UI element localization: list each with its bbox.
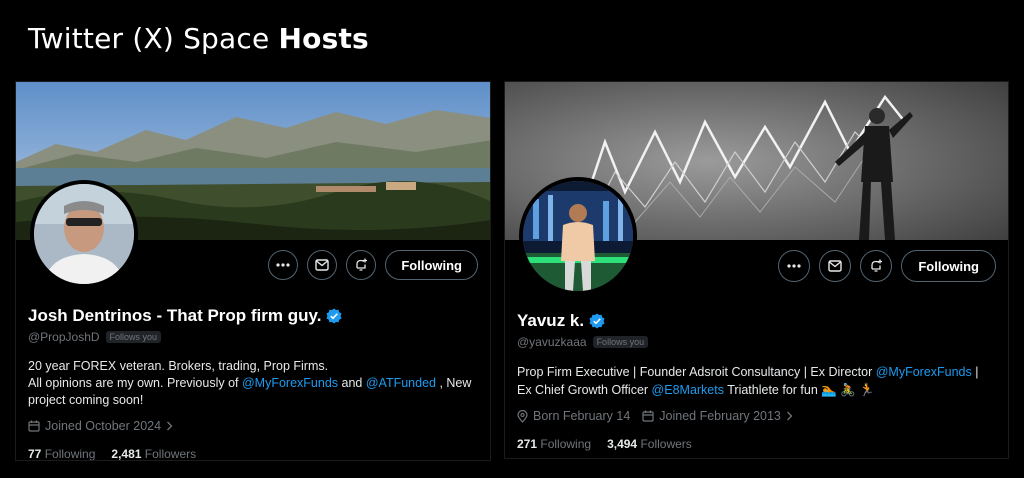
followers-count: 3,494 (607, 437, 638, 451)
more-button[interactable] (778, 250, 811, 282)
message-button[interactable] (819, 250, 852, 282)
stats-row: 271 Following 3,494 Followers (517, 437, 996, 451)
following-count: 77 (28, 447, 42, 461)
joined-date: Joined October 2024 (45, 419, 162, 433)
followers-count: 2,481 (111, 447, 142, 461)
profile-actions: Following (268, 250, 478, 280)
following-stat[interactable]: 271 Following (517, 437, 591, 451)
bio-text: , New (435, 376, 472, 390)
more-icon (787, 264, 801, 268)
more-button[interactable] (268, 250, 299, 280)
bio: Prop Firm Executive | Founder Adsroit Co… (517, 363, 996, 399)
bio-text: Prop Firm Executive | Founder Adsroit Co… (517, 365, 876, 379)
bio-line: All opinions are my own. Previously of @… (28, 375, 478, 392)
message-button[interactable] (307, 250, 338, 280)
bio-text: Ex Chief Growth Officer (517, 383, 652, 397)
more-icon (276, 263, 290, 267)
mention-link[interactable]: @ATFunded (366, 376, 436, 390)
meta-row: Born February 14 Joined February 2013 (517, 409, 996, 423)
location-pin-icon (517, 409, 528, 423)
bell-plus-icon (356, 258, 368, 271)
handle: @PropJoshD (28, 330, 100, 344)
avatar[interactable] (30, 180, 138, 288)
notify-button[interactable] (860, 250, 893, 282)
bell-plus-icon (871, 259, 883, 272)
followers-stat[interactable]: 3,494 Followers (607, 437, 692, 451)
following-label: Following (44, 447, 96, 461)
title-bold: Hosts (278, 22, 369, 55)
meta-row: Joined October 2024 (28, 419, 478, 433)
chevron-right-icon (167, 421, 173, 431)
following-count: 271 (517, 437, 538, 451)
handle-row: @PropJoshD Follows you (28, 330, 478, 344)
bio-emoji: 🏊 🚴 🏃 (821, 383, 875, 397)
mail-icon (315, 259, 330, 271)
display-name-row: Yavuz k. (517, 311, 996, 331)
bio-text: Triathlete for fun (723, 383, 822, 397)
profile-actions: Following (778, 250, 996, 282)
profile-info: Josh Dentrinos - That Prop firm guy. @Pr… (28, 306, 478, 461)
bio-line: Prop Firm Executive | Founder Adsroit Co… (517, 363, 996, 381)
mention-link[interactable]: @MyForexFunds (876, 365, 972, 379)
mention-link[interactable]: @MyForexFunds (242, 376, 338, 390)
handle: @yavuzkaaa (517, 335, 587, 349)
mention-link[interactable]: @E8Markets (652, 383, 724, 397)
bio-line: project coming soon! (28, 393, 144, 407)
bio-line: 20 year FOREX veteran. Brokers, trading,… (28, 359, 329, 373)
profile-card-josh: Following Josh Dentrinos - That Prop fir… (15, 81, 491, 461)
stats-row: 77 Following 2,481 Followers (28, 447, 478, 461)
follows-you-badge: Follows you (592, 336, 649, 348)
mail-icon (828, 260, 843, 272)
followers-stat[interactable]: 2,481 Followers (111, 447, 197, 461)
born-item: Born February 14 (517, 409, 630, 423)
following-button[interactable]: Following (901, 250, 996, 282)
born-date: Born February 14 (533, 409, 631, 423)
handle-row: @yavuzkaaa Follows you (517, 335, 996, 349)
page-title: Twitter (X) Space Hosts (28, 22, 369, 55)
followers-label: Followers (640, 437, 692, 451)
following-stat[interactable]: 77 Following (28, 447, 96, 461)
joined-item[interactable]: Joined October 2024 (28, 419, 173, 433)
avatar[interactable] (519, 177, 637, 295)
bio-text: All opinions are my own. Previously of (28, 376, 242, 390)
following-label: Following (540, 437, 592, 451)
bio-text: and (338, 376, 366, 390)
verified-badge-icon[interactable] (326, 308, 342, 324)
follows-you-badge: Follows you (105, 331, 162, 343)
notify-button[interactable] (346, 250, 377, 280)
title-prefix: Twitter (X) Space (28, 22, 279, 55)
bio: 20 year FOREX veteran. Brokers, trading,… (28, 358, 478, 409)
display-name-row: Josh Dentrinos - That Prop firm guy. (28, 306, 478, 326)
calendar-icon (642, 410, 654, 422)
bio-line: Ex Chief Growth Officer @E8Markets Triat… (517, 381, 996, 399)
bio-text: | (971, 365, 979, 379)
profile-info: Yavuz k. @yavuzkaaa Follows you Prop Fir… (517, 311, 996, 451)
calendar-icon (28, 420, 40, 432)
verified-badge-icon[interactable] (589, 313, 605, 329)
chevron-right-icon (786, 411, 793, 421)
followers-label: Followers (144, 447, 197, 461)
following-button[interactable]: Following (385, 250, 478, 280)
display-name: Josh Dentrinos - That Prop firm guy. (28, 306, 322, 325)
profile-card-yavuz: Following Yavuz k. @yavuzkaaa Follows yo… (504, 81, 1009, 459)
joined-item[interactable]: Joined February 2013 (642, 409, 793, 423)
joined-date: Joined February 2013 (659, 409, 781, 423)
display-name: Yavuz k. (517, 311, 585, 330)
